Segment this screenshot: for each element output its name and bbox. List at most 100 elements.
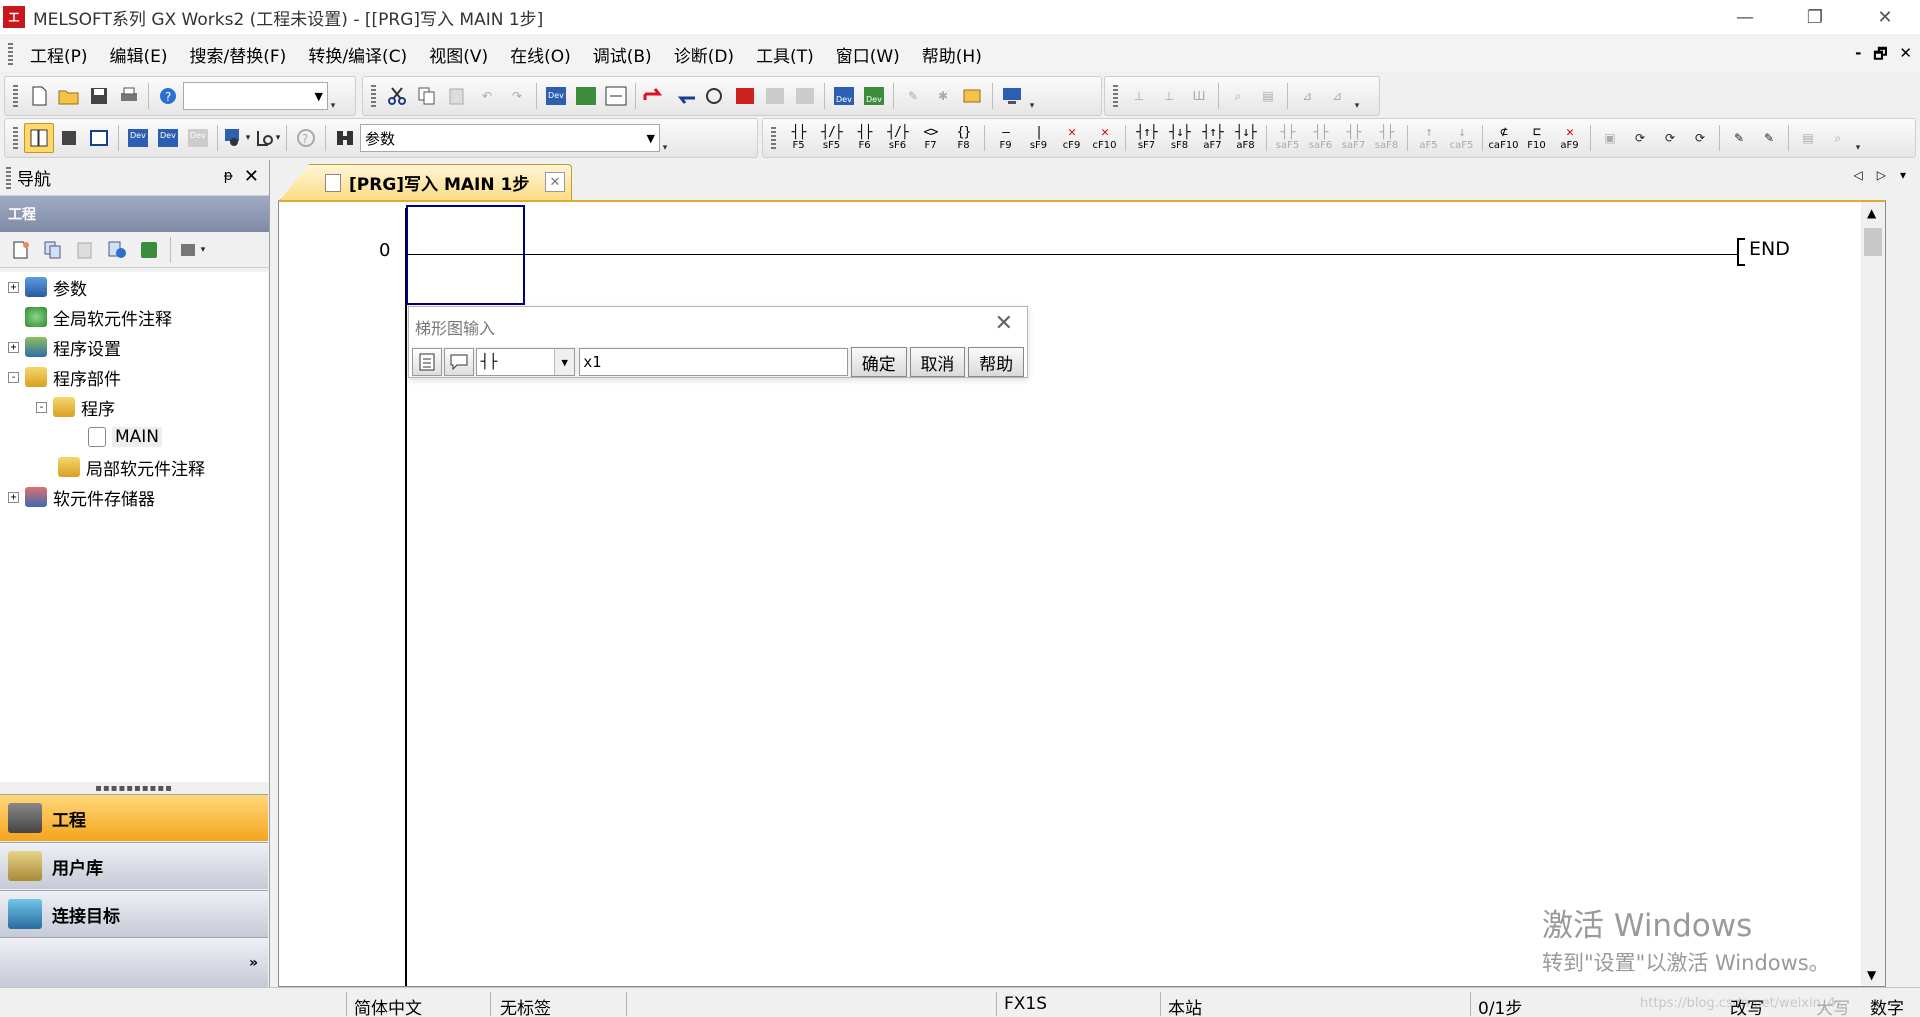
tab-scroll-left-icon[interactable]: ◁ (1854, 168, 1863, 182)
toolbar-grip[interactable] (371, 85, 376, 107)
element-selection-icon[interactable] (54, 123, 84, 153)
device-search-icon[interactable]: Dev (541, 81, 571, 111)
expander-icon[interactable]: + (8, 341, 19, 353)
ok-button[interactable]: 确定 (850, 347, 907, 377)
fkey-button-af8[interactable]: ┤↓├ aF8 (1229, 122, 1262, 154)
search-device-icon[interactable] (571, 81, 601, 111)
convert-icon[interactable]: ⟳ (1625, 123, 1655, 153)
instruction-list-icon[interactable] (412, 348, 442, 376)
convert-online-icon[interactable]: ⟳ (1685, 123, 1715, 153)
binoculars-icon[interactable] (330, 123, 360, 153)
tree-item-pou[interactable]: - 程序部件 (8, 364, 121, 390)
toolbar-overflow-icon[interactable]: ▾ (1027, 78, 1037, 114)
toolbar-overflow-icon[interactable]: ▾ (328, 78, 338, 114)
fkey-button-sf9[interactable]: | sF9 (1022, 122, 1055, 154)
ladder-cursor[interactable] (406, 205, 525, 305)
open-folder-icon[interactable] (54, 81, 84, 111)
fkey-button-f10[interactable]: ⊏ F10 (1520, 122, 1553, 154)
menu-online[interactable]: 在线(O) (499, 42, 582, 67)
cancel-button[interactable]: 取消 (909, 347, 966, 377)
tree-item-program[interactable]: - 程序 (36, 394, 115, 420)
scroll-down-icon[interactable]: ▼ (1867, 968, 1876, 982)
redo-icon[interactable]: ↷ (502, 81, 532, 111)
edit-comment-icon[interactable] (958, 81, 988, 111)
find-replace-window-icon[interactable]: ▾ (252, 123, 282, 153)
tab-close-icon[interactable]: ✕ (545, 172, 565, 192)
tree-item-program-setting[interactable]: + 程序设置 (8, 334, 121, 360)
monitor-stop-icon[interactable] (760, 81, 790, 111)
sampling-icon[interactable]: ✱ (928, 81, 958, 111)
note-edit-icon[interactable]: ▤ (1793, 123, 1823, 153)
device-test-icon[interactable]: Dev (859, 81, 889, 111)
watch-window-icon[interactable]: ▾ (222, 123, 252, 153)
menu-edit[interactable]: 编辑(E) (99, 42, 179, 67)
restore-button[interactable]: ❐ (1780, 0, 1850, 34)
instruction-input[interactable]: x1 (579, 348, 848, 376)
write-to-plc-icon[interactable] (640, 81, 670, 111)
read-from-plc-icon[interactable] (670, 81, 700, 111)
menu-view[interactable]: 视图(V) (418, 42, 499, 67)
pin-icon[interactable]: ᵽ (224, 168, 233, 184)
toolbar-grip[interactable] (771, 127, 776, 149)
project-combo[interactable]: ▼ (183, 82, 328, 110)
st-convert-icon[interactable]: ▣ (1595, 123, 1625, 153)
toolbar-overflow-icon[interactable]: ▾ (660, 120, 670, 156)
tab-prg-main[interactable]: [PRG]写入 MAIN 1步 ✕ (280, 164, 572, 200)
print-icon[interactable] (114, 81, 144, 111)
find-ladder-icon[interactable]: ⌕ (1223, 81, 1253, 111)
fkey-button-caf10[interactable]: ⊄ caF10 (1487, 122, 1520, 154)
toolbar-overflow-icon[interactable]: ▾ (1853, 120, 1863, 156)
fkey-button-saf5[interactable]: ┤├ saF5 (1271, 122, 1304, 154)
tree-item-global-device-comment[interactable]: 全局软元件注释 (25, 304, 172, 330)
comment-ladder-icon[interactable]: ▤ (1253, 81, 1283, 111)
paste-data-icon[interactable] (70, 235, 100, 265)
save-icon[interactable] (84, 81, 114, 111)
convert-all-icon[interactable]: ⟳ (1655, 123, 1685, 153)
find-instruction-icon[interactable] (601, 81, 631, 111)
property-icon[interactable] (102, 235, 132, 265)
fkey-button-cf9[interactable]: ✕ cF9 (1055, 122, 1088, 154)
expander-icon[interactable]: + (8, 491, 19, 503)
nav-grip[interactable] (6, 166, 11, 189)
ladder-jump-icon[interactable]: ⊥ (1154, 81, 1184, 111)
fkey-button-f5[interactable]: ┤├ F5 (782, 122, 815, 154)
fkey-button-cf10[interactable]: ✕ cF10 (1088, 122, 1121, 154)
help-icon[interactable]: ? (153, 81, 183, 111)
device-batch-icon[interactable]: Dev (829, 81, 859, 111)
dialog-close-icon[interactable]: ✕ (995, 311, 1013, 336)
help-button[interactable]: 帮助 (968, 347, 1025, 377)
fkey-button-af7[interactable]: ┤↑├ aF7 (1196, 122, 1229, 154)
tree-item-device-memory[interactable]: + 软元件存储器 (8, 484, 155, 510)
comment-balloon-icon[interactable] (443, 348, 474, 376)
monitor-write-icon[interactable] (790, 81, 820, 111)
fkey-button-af5[interactable]: ↑ aF5 (1412, 122, 1445, 154)
tree-item-local-device-comment[interactable]: 局部软元件注释 (58, 454, 205, 480)
fkey-button-f6[interactable]: ┤├ F6 (848, 122, 881, 154)
fkey-button-sf8[interactable]: ┤↓├ sF8 (1163, 122, 1196, 154)
close-button[interactable]: ✕ (1850, 0, 1920, 34)
new-data-icon[interactable] (6, 235, 36, 265)
monitor-icon[interactable] (730, 81, 760, 111)
ladder-step-icon[interactable]: ⊥ (1124, 81, 1154, 111)
comment-edit-icon[interactable]: ✎ (1724, 123, 1754, 153)
copy-icon[interactable] (412, 81, 442, 111)
device-list-icon[interactable]: Dev (153, 123, 183, 153)
menu-project[interactable]: 工程(P) (19, 42, 99, 67)
fkey-button-saf6[interactable]: ┤├ saF6 (1304, 122, 1337, 154)
menu-help[interactable]: 帮助(H) (911, 42, 993, 67)
menu-diagnostics[interactable]: 诊断(D) (663, 42, 745, 67)
menu-debug[interactable]: 调试(B) (582, 42, 663, 67)
minimize-button[interactable]: — (1710, 0, 1780, 34)
nav-splitter[interactable]: ▪▪▪▪▪▪▪▪▪▪ (0, 782, 268, 794)
chevron-down-icon[interactable]: ▼ (554, 349, 575, 375)
paste-icon[interactable] (442, 81, 472, 111)
menu-convert-compile[interactable]: 转换/编译(C) (297, 42, 418, 67)
mdi-close-button[interactable]: ✕ (1899, 44, 1912, 69)
menu-window[interactable]: 窗口(W) (825, 42, 911, 67)
tree-item-parameter[interactable]: + 参数 (8, 274, 87, 300)
fkey-button-caf5[interactable]: ↓ caF5 (1445, 122, 1478, 154)
statement-edit-icon[interactable]: ✎ (1754, 123, 1784, 153)
cut-icon[interactable] (382, 81, 412, 111)
mdi-restore-button[interactable]: 🗗 (1873, 44, 1887, 69)
zoom-in-icon[interactable]: ⊿ (1292, 81, 1322, 111)
